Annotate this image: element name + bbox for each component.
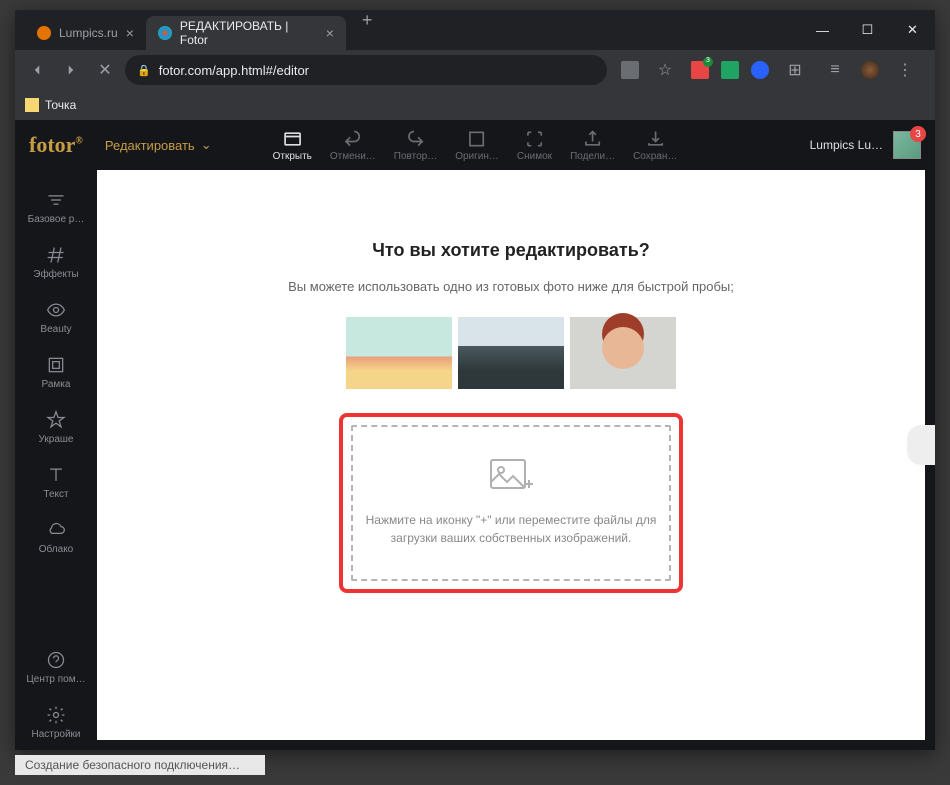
new-tab-button[interactable]: + xyxy=(354,10,381,50)
extension-icon[interactable] xyxy=(751,61,769,79)
close-icon[interactable]: × xyxy=(126,25,134,41)
close-icon[interactable]: × xyxy=(326,25,334,41)
tab-fotor[interactable]: РЕДАКТИРОВАТЬ | Fotor × xyxy=(146,16,346,50)
favicon-icon xyxy=(158,26,172,40)
upload-dropzone-highlight: Нажмите на иконку "+" или переместите фа… xyxy=(339,413,683,593)
bookmark-item[interactable]: Точка xyxy=(45,98,76,112)
username[interactable]: Lumpics Lu… xyxy=(810,138,883,152)
titlebar: Lumpics.ru × РЕДАКТИРОВАТЬ | Fotor × + —… xyxy=(15,10,935,50)
sidebar-item-cloud[interactable]: Облако xyxy=(15,510,97,565)
sample-image[interactable] xyxy=(570,317,676,389)
tab-label: Lumpics.ru xyxy=(59,26,118,40)
minimize-button[interactable]: — xyxy=(800,10,845,50)
tab-lumpics[interactable]: Lumpics.ru × xyxy=(25,16,146,50)
sample-image[interactable] xyxy=(346,317,452,389)
folder-icon xyxy=(25,98,39,112)
extension-icon[interactable]: ⊞ xyxy=(781,56,809,84)
sidebar-item-help[interactable]: Центр пом… xyxy=(15,640,97,695)
undo-button[interactable]: Отмени… xyxy=(330,129,376,162)
extension-icon[interactable]: 3 xyxy=(691,61,709,79)
save-button[interactable]: Сохран… xyxy=(633,129,677,162)
sidebar-item-settings[interactable]: Настройки xyxy=(15,695,97,750)
sidebar-item-text[interactable]: Текст xyxy=(15,455,97,510)
upload-dropzone[interactable]: Нажмите на иконку "+" или переместите фа… xyxy=(351,425,671,581)
original-button[interactable]: Оригин… xyxy=(455,129,499,162)
extension-icon[interactable] xyxy=(721,61,739,79)
translate-icon[interactable] xyxy=(621,61,639,79)
sidebar-item-basic[interactable]: Базовое р… xyxy=(15,180,97,235)
bookmarks-bar: Точка xyxy=(15,90,935,120)
image-plus-icon xyxy=(489,458,533,499)
sidebar-item-frame[interactable]: Рамка xyxy=(15,345,97,400)
stop-button[interactable]: ✕ xyxy=(91,56,119,84)
sidebar: Базовое р… Эффекты Beauty Рамка Украше Т… xyxy=(15,170,97,750)
lock-icon: 🔒 xyxy=(137,64,151,77)
favicon-icon xyxy=(37,26,51,40)
url-text: fotor.com/app.html#/editor xyxy=(159,63,309,78)
side-panel-toggle[interactable] xyxy=(907,425,935,465)
page-heading: Что вы хотите редактировать? xyxy=(372,240,650,261)
sidebar-item-decorate[interactable]: Украше xyxy=(15,400,97,455)
sample-image[interactable] xyxy=(458,317,564,389)
redo-button[interactable]: Повтор… xyxy=(394,129,437,162)
avatar[interactable]: 3 xyxy=(893,131,921,159)
forward-button[interactable] xyxy=(57,56,85,84)
upload-instruction: Нажмите на иконку "+" или переместите фа… xyxy=(363,511,659,547)
chevron-down-icon: ⌄ xyxy=(201,137,212,153)
tab-label: РЕДАКТИРОВАТЬ | Fotor xyxy=(180,19,318,47)
menu-icon[interactable]: ⋮ xyxy=(891,56,919,84)
logo[interactable]: fotor® xyxy=(29,132,83,158)
sidebar-item-beauty[interactable]: Beauty xyxy=(15,290,97,345)
nav-bar: ✕ 🔒 fotor.com/app.html#/editor ☆ 3 ⊞ ≡ ⋮ xyxy=(15,50,935,90)
canvas: Что вы хотите редактировать? Вы можете и… xyxy=(97,170,925,740)
status-bar: Создание безопасного подключения… xyxy=(15,755,265,775)
page-subtext: Вы можете использовать одно из готовых ф… xyxy=(288,277,734,297)
app-header: fotor® Редактировать ⌄ Открыть Отмени… П… xyxy=(15,120,935,170)
maximize-button[interactable]: ☐ xyxy=(845,10,890,50)
close-window-button[interactable]: ✕ xyxy=(890,10,935,50)
notification-badge: 3 xyxy=(910,126,926,142)
share-button[interactable]: Подели… xyxy=(570,129,615,162)
address-bar[interactable]: 🔒 fotor.com/app.html#/editor xyxy=(125,55,607,85)
reading-list-icon[interactable]: ≡ xyxy=(821,56,849,84)
mode-dropdown[interactable]: Редактировать ⌄ xyxy=(105,137,212,153)
snapshot-button[interactable]: Снимок xyxy=(517,129,552,162)
open-button[interactable]: Открыть xyxy=(273,129,312,162)
profile-avatar[interactable] xyxy=(861,61,879,79)
star-icon[interactable]: ☆ xyxy=(651,56,679,84)
sidebar-item-effects[interactable]: Эффекты xyxy=(15,235,97,290)
back-button[interactable] xyxy=(23,56,51,84)
